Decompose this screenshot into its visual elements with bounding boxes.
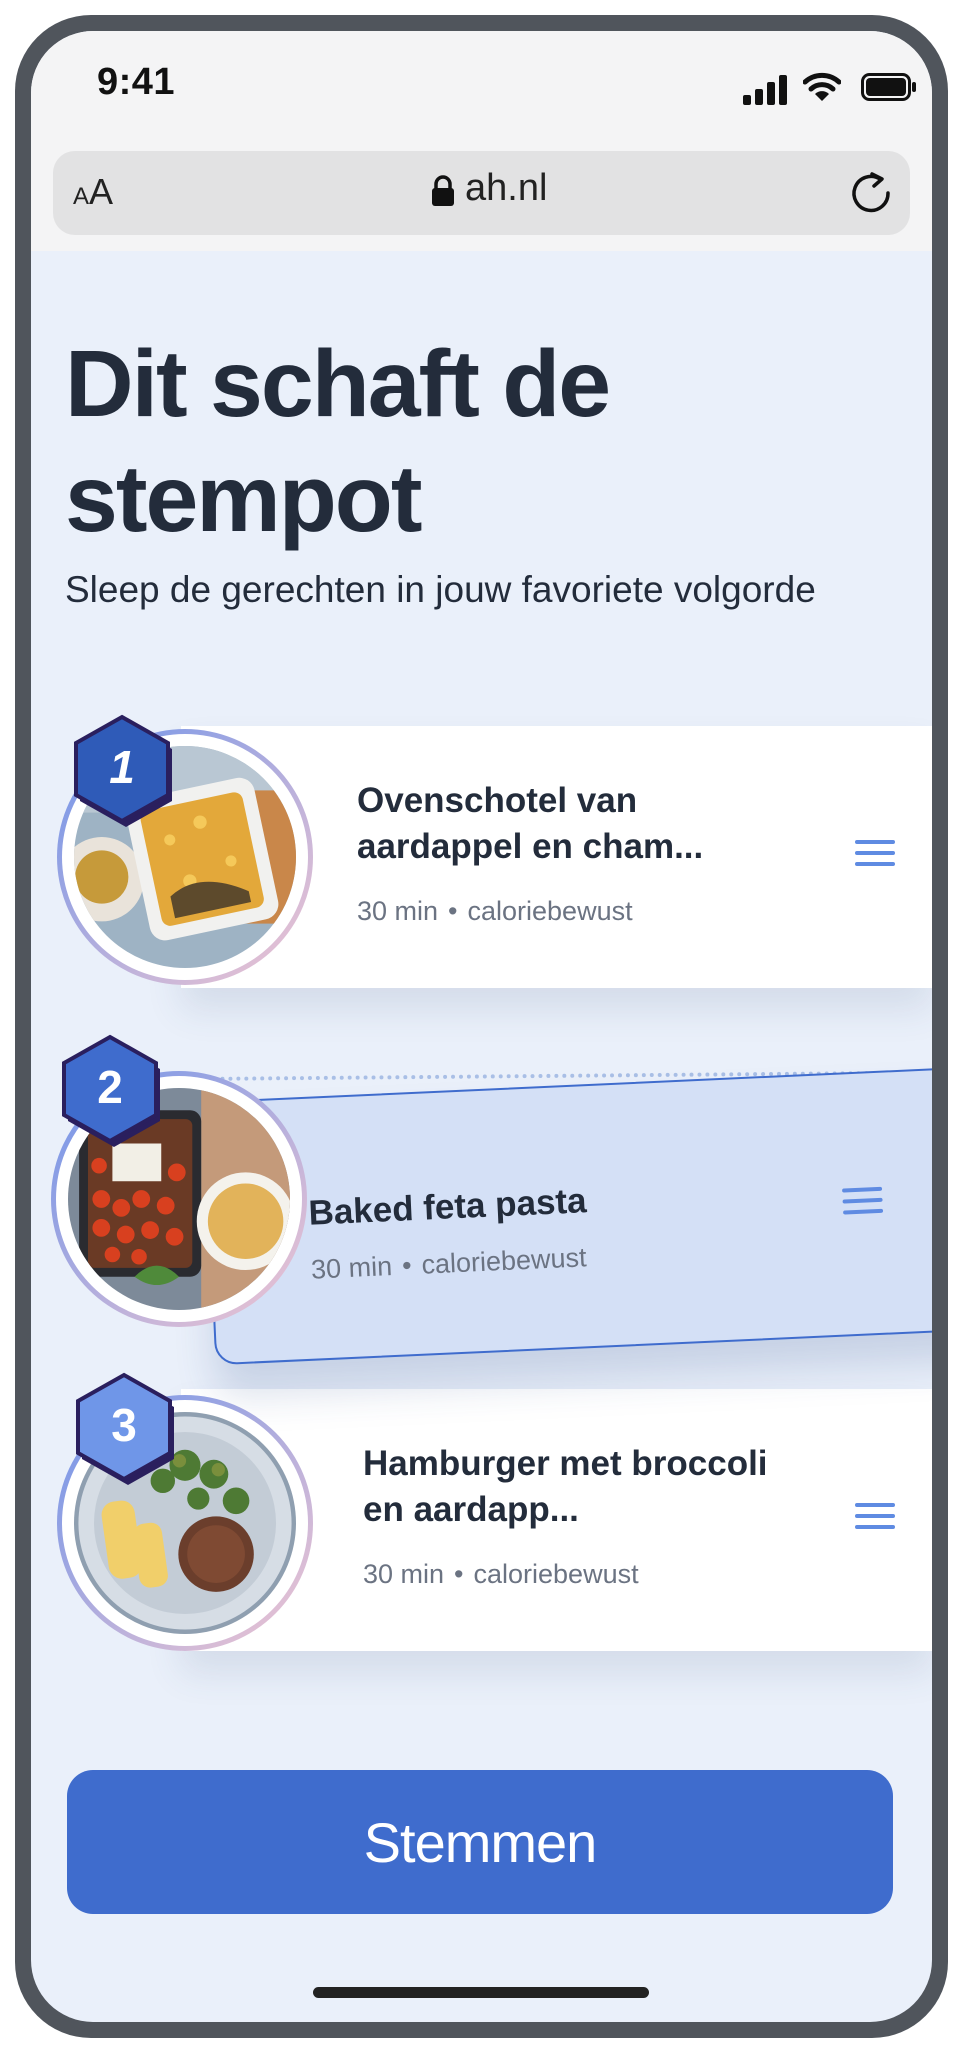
recipe-tag: caloriebewust [467, 896, 633, 926]
rank-number: 1 [109, 741, 135, 793]
wifi-icon [803, 72, 841, 101]
status-bar: 9:41 AA ah.nl [31, 31, 932, 251]
recipe-time: 30 min [310, 1251, 393, 1285]
lock-icon [432, 175, 454, 206]
recipe-time: 30 min [357, 896, 439, 926]
recipe-time: 30 min [363, 1559, 445, 1589]
vote-button[interactable]: Stemmen [67, 1770, 893, 1914]
signal-icon [743, 75, 787, 105]
recipe-meta: 30 min • caloriebewust [310, 1242, 588, 1285]
url-text[interactable]: ah.nl [465, 167, 547, 210]
page-subtitle: Sleep de gerechten in jouw favoriete vol… [65, 569, 816, 610]
recipe-meta: 30 min • caloriebewust [363, 1559, 639, 1589]
recipe-title: Hamburger met broccoli en aardapp... [363, 1444, 768, 1529]
recipe-tag: caloriebewust [420, 1242, 588, 1280]
recipe-tag: caloriebewust [473, 1559, 639, 1589]
rank-badge-3: 3 [65, 1369, 183, 1487]
rank-number: 3 [111, 1399, 137, 1451]
recipe-card-2-dragging[interactable]: Baked feta pasta 30 min • caloriebewust [203, 1066, 932, 1366]
drag-handle-icon[interactable] [855, 1503, 895, 1533]
address-bar[interactable]: AA ah.nl [53, 151, 910, 235]
page-title: Dit schaft de stempot [65, 331, 611, 552]
recipe-title: Baked feta pasta [307, 1181, 588, 1233]
reload-icon[interactable] [850, 171, 894, 215]
home-indicator[interactable] [313, 1987, 649, 1998]
phone-frame: 9:41 AA ah.nl Dit schaft de stempot Slee… [15, 15, 948, 2038]
rank-badge-1: 1 [63, 711, 181, 829]
rank-badge-2: 2 [51, 1031, 169, 1149]
rank-number: 2 [97, 1061, 123, 1113]
text-size-button[interactable]: AA [73, 171, 113, 213]
drag-handle-icon[interactable] [842, 1186, 884, 1219]
drag-handle-icon[interactable] [855, 840, 895, 870]
recipe-meta: 30 min • caloriebewust [357, 896, 633, 926]
status-time: 9:41 [97, 61, 176, 103]
recipe-title: Ovenschotel van aardappel en cham... [357, 781, 704, 866]
battery-icon [861, 73, 916, 101]
screen: 9:41 AA ah.nl Dit schaft de stempot Slee… [31, 31, 932, 2022]
